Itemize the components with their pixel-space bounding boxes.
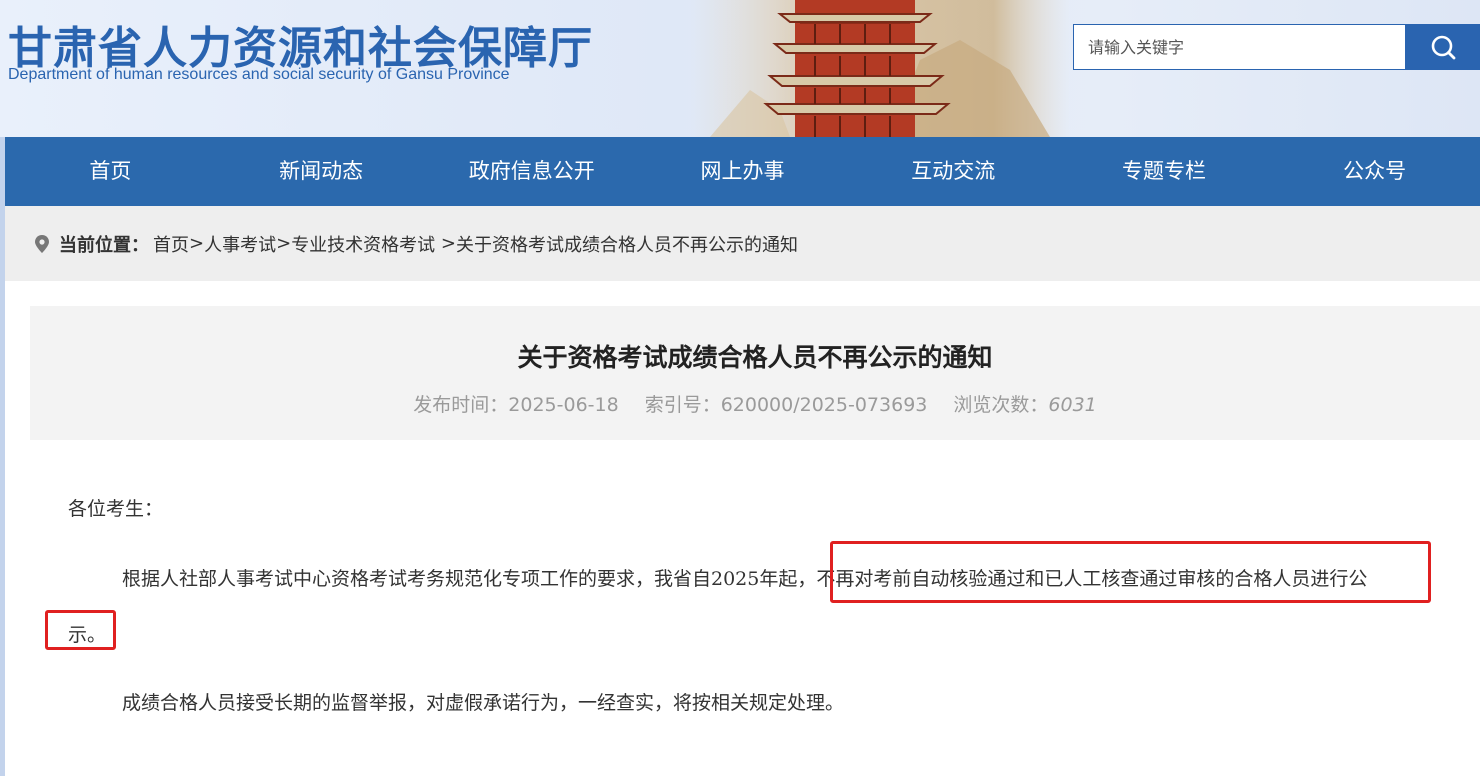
article-meta: 发布时间：2025-06-18 索引号：620000/2025-073693 浏览次… [30, 390, 1480, 417]
grottoes-pagoda-image [690, 0, 1070, 137]
highlight-box [830, 541, 1431, 603]
views-count: 6031 [1048, 394, 1097, 416]
breadcrumb-separator: > [440, 233, 457, 254]
breadcrumb-separator: > [276, 233, 292, 254]
publish-label: 发布时间： [413, 394, 509, 416]
nav-item-online-services[interactable]: 网上办事 [637, 137, 848, 206]
search-button[interactable] [1405, 24, 1480, 70]
paragraph-1-text: 根据人社部人事考试中心资格考试考务规范化专项工作的要求，我省自2025年起， [122, 568, 817, 590]
breadcrumb-professional-exam[interactable]: 专业技术资格考试 [291, 231, 441, 257]
highlight-box [45, 610, 116, 650]
index-value: 620000/2025-073693 [720, 394, 928, 416]
greeting: 各位考生： [68, 498, 164, 520]
breadcrumb-label: 当前位置： [59, 234, 149, 256]
breadcrumb-home[interactable]: 首页 [153, 231, 189, 257]
main-nav: 首页 新闻动态 政府信息公开 网上办事 互动交流 专题专栏 公众号 [5, 137, 1480, 206]
search-input[interactable] [1073, 24, 1406, 70]
site-subtitle: Department of human resources and social… [8, 66, 510, 83]
publish-date: 2025-06-18 [508, 394, 619, 416]
breadcrumb-current: 关于资格考试成绩合格人员不再公示的通知 [456, 234, 799, 256]
index-label: 索引号： [644, 394, 721, 416]
breadcrumb-separator: > [189, 233, 205, 254]
nav-item-home[interactable]: 首页 [5, 137, 216, 206]
paragraph-2: 成绩合格人员接受长期的监督举报，对虚假承诺行为，一经查实，将按相关规定处理。 [122, 692, 845, 714]
views-label: 浏览次数： [953, 394, 1049, 416]
breadcrumb-personnel-exam[interactable]: 人事考试 [204, 231, 276, 257]
nav-item-news[interactable]: 新闻动态 [216, 137, 427, 206]
nav-item-topics[interactable]: 专题专栏 [1059, 137, 1270, 206]
breadcrumb: 当前位置： 首页 > 人事考试 > 专业技术资格考试 > 关于资格考试成绩合格人… [5, 206, 1480, 281]
nav-item-public-account[interactable]: 公众号 [1269, 137, 1480, 206]
article-header: 关于资格考试成绩合格人员不再公示的通知 发布时间：2025-06-18 索引号：6… [30, 306, 1480, 440]
location-pin-icon [35, 234, 49, 253]
article-title: 关于资格考试成绩合格人员不再公示的通知 [517, 343, 993, 372]
site-header: 甘肃省人力资源和社会保障厅 Department of human resour… [0, 0, 1480, 137]
nav-item-gov-info[interactable]: 政府信息公开 [426, 137, 637, 206]
nav-item-interaction[interactable]: 互动交流 [848, 137, 1059, 206]
search-icon [1431, 35, 1455, 60]
